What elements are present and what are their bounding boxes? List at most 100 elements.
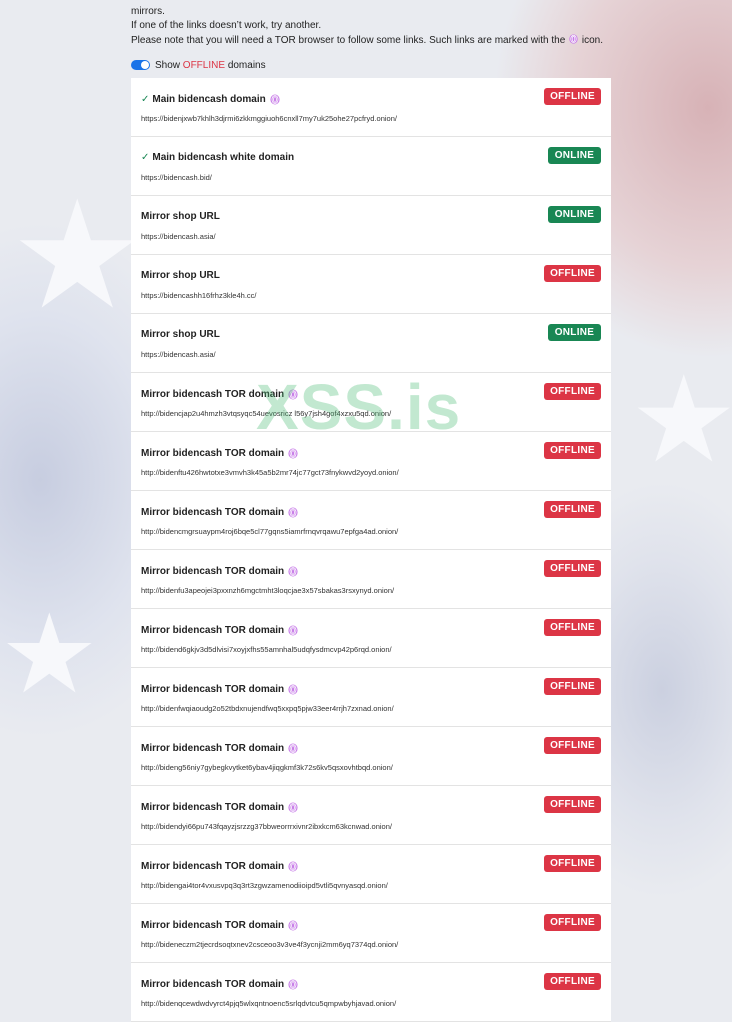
domain-title: ✓ Main bidencash domain xyxy=(141,93,281,105)
domain-url-link[interactable]: http://bidencjap2u4hmzh3vtqsyqc54uevosri… xyxy=(141,409,391,418)
domain-url-link[interactable]: https://bidencash.bid/ xyxy=(141,173,212,182)
check-icon: ✓ xyxy=(141,152,150,163)
domain-row: Mirror bidencash TOR domain http://bidenf… xyxy=(131,432,611,491)
status-badge: OFFLINE xyxy=(544,265,601,282)
domain-title-text: Mirror bidencash TOR domain xyxy=(141,860,285,872)
status-badge: OFFLINE xyxy=(544,442,601,459)
tor-onion-icon xyxy=(288,389,298,400)
status-badge: OFFLINE xyxy=(544,914,601,931)
domain-title: ✓ Main bidencash white domain xyxy=(141,152,294,163)
domain-title-text: Mirror bidencash TOR domain xyxy=(141,565,285,577)
toggle-label-prefix: Show xyxy=(155,59,181,71)
status-badge: OFFLINE xyxy=(544,383,601,400)
domain-title-text: Main bidencash white domain xyxy=(152,152,295,163)
status-badge: OFFLINE xyxy=(544,678,601,695)
domain-url-link[interactable]: http://bideneczm2tjecrdsoqtxnev2csceoo3v… xyxy=(141,940,398,949)
intro-line-3-text: Please note that you will need a TOR bro… xyxy=(131,35,566,46)
domain-row: Mirror bidencash TOR domain http://bidenf… xyxy=(131,550,611,609)
domain-title: Mirror bidencash TOR domain xyxy=(141,388,299,400)
domain-title-text: Main bidencash domain xyxy=(152,93,266,105)
tor-onion-icon xyxy=(288,861,298,872)
intro-line-1: mirrors. xyxy=(131,6,165,17)
domain-row: Mirror bidencash TOR domain http://bidend… xyxy=(131,786,611,845)
domain-row: Mirror bidencash TOR domain http://bidenq… xyxy=(131,963,611,1022)
domain-url-link[interactable]: https://bidencashh16frhz3kle4h.cc/ xyxy=(141,291,257,300)
domain-title: Mirror bidencash TOR domain xyxy=(141,978,299,990)
intro-line-3-suffix: icon. xyxy=(581,35,603,46)
tor-onion-icon xyxy=(288,743,298,754)
status-badge: OFFLINE xyxy=(544,88,601,105)
status-badge: OFFLINE xyxy=(544,855,601,872)
domain-row: Mirror bidencash TOR domain http://bidenc… xyxy=(131,491,611,550)
star-icon: ★ xyxy=(10,171,145,339)
domain-list: ✓ Main bidencash domain https://bidenjxwb7… xyxy=(131,78,611,1022)
domain-title: Mirror bidencash TOR domain xyxy=(141,801,299,813)
intro-line-3: Please note that you will need a TOR bro… xyxy=(131,33,611,48)
main-content: mirrors. If one of the links doesn’t wor… xyxy=(131,0,611,1022)
show-offline-toggle[interactable] xyxy=(131,60,150,70)
tor-onion-icon xyxy=(288,448,298,459)
domain-title-text: Mirror shop URL xyxy=(141,329,220,340)
tor-onion-icon xyxy=(288,684,298,695)
domain-row: Mirror bidencash TOR domain http://bidene… xyxy=(131,904,611,963)
domain-title: Mirror bidencash TOR domain xyxy=(141,447,299,459)
intro-text: mirrors. If one of the links doesn’t wor… xyxy=(131,5,611,48)
domain-title: Mirror bidencash TOR domain xyxy=(141,919,299,931)
intro-line-2: If one of the links doesn’t work, try an… xyxy=(131,20,322,31)
domain-row: Mirror shop URL https://bidencashh16frhz3… xyxy=(131,255,611,314)
domain-title: Mirror shop URL xyxy=(141,270,220,281)
domain-title-text: Mirror bidencash TOR domain xyxy=(141,919,285,931)
toggle-label-suffix: domains xyxy=(227,59,266,71)
domain-row: Mirror bidencash TOR domain http://bidenf… xyxy=(131,668,611,727)
domain-url-link[interactable]: http://bidendyi66pu743fqayzjsrzzg37bbweo… xyxy=(141,822,392,831)
domain-title: Mirror bidencash TOR domain xyxy=(141,742,299,754)
domain-url-link[interactable]: http://bidenftu426hwtotxe3vmvh3k45a5b2mr… xyxy=(141,468,399,477)
domain-row: Mirror bidencash TOR domain http://bidend… xyxy=(131,609,611,668)
domain-title-text: Mirror bidencash TOR domain xyxy=(141,801,285,813)
domain-title: Mirror bidencash TOR domain xyxy=(141,565,299,577)
domain-row: Mirror shop URL https://bidencash.asia/ON… xyxy=(131,314,611,373)
domain-title: Mirror bidencash TOR domain xyxy=(141,506,299,518)
status-badge: ONLINE xyxy=(548,147,601,164)
tor-onion-icon xyxy=(270,94,280,105)
domain-url-link[interactable]: https://bidencash.asia/ xyxy=(141,350,216,359)
domain-title-text: Mirror shop URL xyxy=(141,270,220,281)
domain-row: Mirror bidencash TOR domain http://bidenc… xyxy=(131,373,611,432)
check-icon: ✓ xyxy=(141,93,150,105)
domain-title-text: Mirror bidencash TOR domain xyxy=(141,624,285,636)
domain-row: ✓ Main bidencash white domain https://bide… xyxy=(131,137,611,196)
domain-title-text: Mirror bidencash TOR domain xyxy=(141,742,285,754)
domain-url-link[interactable]: http://bidenfwqiaoudg2o52tbdxnujendfwq5x… xyxy=(141,704,394,713)
domain-title-text: Mirror bidencash TOR domain xyxy=(141,506,285,518)
domain-url-link[interactable]: http://bidenqcewdwdvyrct4pjq5wlxqntnoenc… xyxy=(141,999,396,1008)
domain-row: ✓ Main bidencash domain https://bidenjxwb7… xyxy=(131,78,611,137)
tor-onion-icon xyxy=(288,507,298,518)
domain-row: Mirror bidencash TOR domain http://bideng… xyxy=(131,727,611,786)
domain-title: Mirror bidencash TOR domain xyxy=(141,860,299,872)
status-badge: ONLINE xyxy=(548,324,601,341)
tor-onion-icon xyxy=(288,625,298,636)
tor-onion-icon xyxy=(569,34,578,44)
domain-url-link[interactable]: http://bidengai4tor4vxusvpq3q3rt3zgwzame… xyxy=(141,881,388,890)
domain-title-text: Mirror bidencash TOR domain xyxy=(141,683,285,695)
domain-title-text: Mirror bidencash TOR domain xyxy=(141,447,285,459)
toggle-label-offline: OFFLINE xyxy=(182,59,226,71)
domain-title-text: Mirror bidencash TOR domain xyxy=(141,978,285,990)
domain-url-link[interactable]: http://bideng56niy7gybegkvytket6ybav4jiq… xyxy=(141,763,393,772)
domain-url-link[interactable]: http://bidend6gkjv3d5dlvisi7xoyjxfhs55am… xyxy=(141,645,392,654)
status-badge: OFFLINE xyxy=(544,973,601,990)
status-badge: ONLINE xyxy=(548,206,601,223)
domain-row: Mirror bidencash TOR domain http://bideng… xyxy=(131,845,611,904)
domain-url-link[interactable]: http://bidenfu3apeojei3pxxnzh6mgctmht3lo… xyxy=(141,586,394,595)
domain-title: Mirror bidencash TOR domain xyxy=(141,624,299,636)
domain-url-link[interactable]: https://bidenjxwb7khlh3djrmi6zkkmggiuoh6… xyxy=(141,114,397,123)
status-badge: OFFLINE xyxy=(544,560,601,577)
domain-url-link[interactable]: http://bidencmgrsuaypm4roj6bqe5cl77gqns5… xyxy=(141,527,398,536)
domain-url-link[interactable]: https://bidencash.asia/ xyxy=(141,232,216,241)
star-icon: ★ xyxy=(630,353,732,487)
star-icon: ★ xyxy=(0,593,99,716)
status-badge: OFFLINE xyxy=(544,619,601,636)
domain-row: Mirror shop URL https://bidencash.asia/ON… xyxy=(131,196,611,255)
domain-title-text: Mirror bidencash TOR domain xyxy=(141,388,285,400)
status-badge: OFFLINE xyxy=(544,796,601,813)
